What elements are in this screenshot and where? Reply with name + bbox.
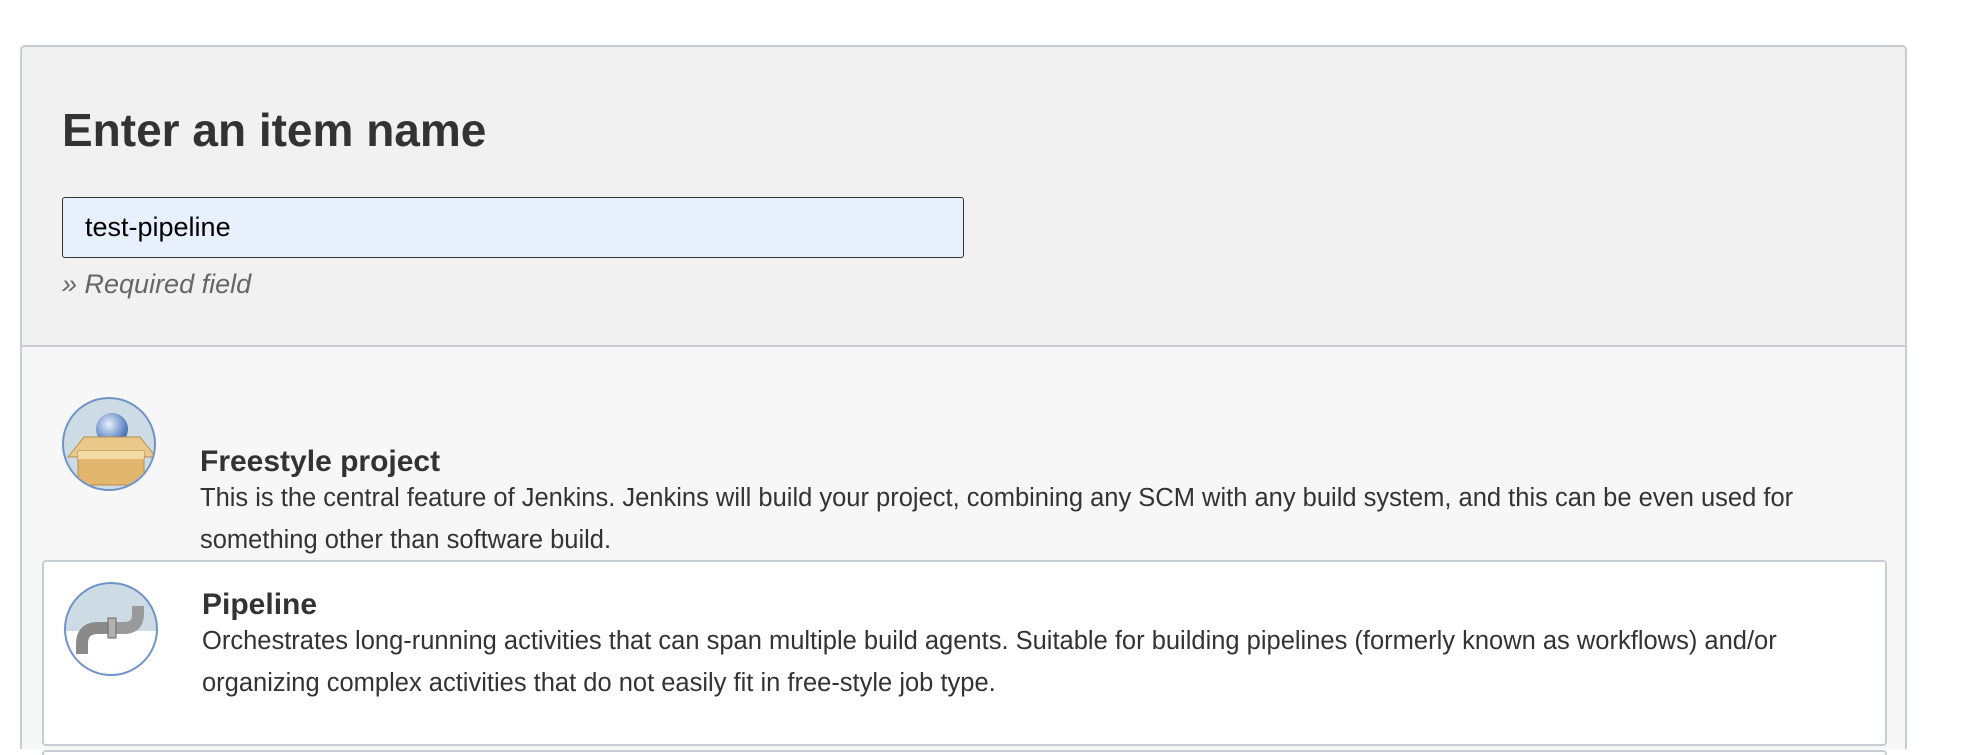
item-title: Freestyle project: [200, 445, 441, 478]
item-name-input[interactable]: [62, 197, 964, 258]
new-item-panel: Enter an item name » Required field Free…: [20, 45, 1907, 755]
item-name-section: Enter an item name » Required field: [22, 47, 1905, 347]
freestyle-box-icon: [62, 397, 156, 491]
item-type-pipeline[interactable]: Pipeline Orchestrates long-running activ…: [42, 560, 1887, 746]
item-type-next[interactable]: [42, 750, 1887, 755]
item-type-freestyle[interactable]: Freestyle project This is the central fe…: [42, 367, 1887, 557]
item-title: Pipeline: [202, 588, 318, 621]
item-description: This is the central feature of Jenkins. …: [200, 484, 1794, 554]
pipeline-pipe-icon: [64, 582, 158, 676]
required-field-hint: » Required field: [62, 269, 252, 299]
page-title: Enter an item name: [62, 104, 487, 156]
item-description: Orchestrates long-running activities tha…: [202, 627, 1777, 697]
